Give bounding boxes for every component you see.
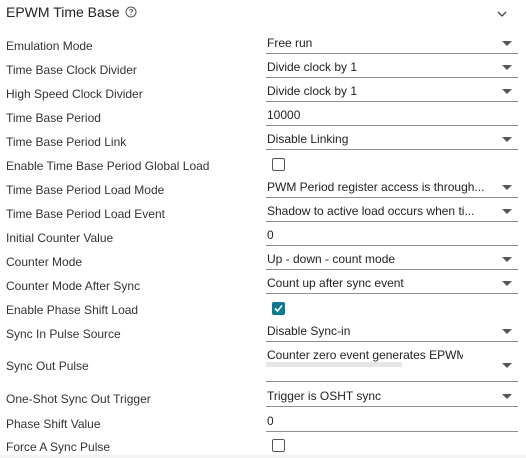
row-hs-clock-divider: High Speed Clock Divider Divide clock by… xyxy=(0,84,526,104)
dropdown-arrow-icon xyxy=(502,41,512,46)
phase-shift-value-label: Phase Shift Value xyxy=(6,417,101,431)
emulation-mode-value: Free run xyxy=(267,36,313,50)
chevron-down-icon[interactable] xyxy=(496,6,508,17)
initial-counter-label: Initial Counter Value xyxy=(6,231,114,245)
phase-shift-value-input[interactable]: 0 xyxy=(266,414,518,432)
force-sync-pulse-checkbox[interactable] xyxy=(272,439,285,452)
counter-mode-after-sync-value: Count up after sync event xyxy=(267,276,404,290)
dropdown-arrow-icon xyxy=(502,394,512,399)
row-tb-period: Time Base Period 10000 xyxy=(0,108,526,128)
sync-out-pulse-value: Counter zero event generates EPWM xyxy=(267,348,463,362)
one-shot-sync-out-label: One-Shot Sync Out Trigger xyxy=(6,392,151,406)
dropdown-arrow-icon xyxy=(502,257,512,262)
tb-clock-divider-label: Time Base Clock Divider xyxy=(6,63,137,77)
one-shot-sync-out-value: Trigger is OSHT sync xyxy=(267,389,382,403)
row-tb-period-link: Time Base Period Link Disable Linking xyxy=(0,132,526,152)
checkmark-icon xyxy=(274,304,283,313)
row-one-shot-sync-out: One-Shot Sync Out Trigger Trigger is OSH… xyxy=(0,389,526,409)
hs-clock-divider-value: Divide clock by 1 xyxy=(267,84,358,98)
hs-clock-divider-label: High Speed Clock Divider xyxy=(6,87,143,101)
sync-in-source-value: Disable Sync-in xyxy=(267,324,351,338)
tb-period-link-select[interactable]: Disable Linking xyxy=(266,132,518,150)
dropdown-arrow-icon xyxy=(502,209,512,214)
tb-period-value: 10000 xyxy=(267,108,301,122)
counter-mode-label: Counter Mode xyxy=(6,255,83,269)
row-sync-in-source: Sync In Pulse Source Disable Sync-in xyxy=(0,324,526,344)
phase-shift-load-checkbox[interactable] xyxy=(272,302,285,315)
tb-period-load-mode-label: Time Base Period Load Mode xyxy=(6,183,165,197)
hs-clock-divider-select[interactable]: Divide clock by 1 xyxy=(266,84,518,102)
tb-period-link-label: Time Base Period Link xyxy=(6,135,127,149)
sync-in-source-label: Sync In Pulse Source xyxy=(6,327,121,341)
dropdown-arrow-icon xyxy=(502,281,512,286)
tb-period-load-event-select[interactable]: Shadow to active load occurs when ti... xyxy=(266,204,518,222)
dropdown-arrow-icon xyxy=(502,89,512,94)
tb-period-global-load-label: Enable Time Base Period Global Load xyxy=(6,159,210,173)
dropdown-arrow-icon xyxy=(502,65,512,70)
tb-period-load-event-label: Time Base Period Load Event xyxy=(6,207,165,221)
initial-counter-input[interactable]: 0 xyxy=(266,228,518,246)
row-emulation-mode: Emulation Mode Free run xyxy=(0,36,526,56)
row-initial-counter: Initial Counter Value 0 xyxy=(0,228,526,248)
counter-mode-after-sync-select[interactable]: Count up after sync event xyxy=(266,276,518,294)
tb-clock-divider-select[interactable]: Divide clock by 1 xyxy=(266,60,518,78)
row-counter-mode-after-sync: Counter Mode After Sync Count up after s… xyxy=(0,276,526,296)
row-force-sync-pulse: Force A Sync Pulse xyxy=(0,438,526,456)
counter-mode-value: Up - down - count mode xyxy=(267,252,396,266)
scrollbar-track[interactable] xyxy=(266,362,402,367)
dropdown-arrow-icon xyxy=(502,363,512,368)
phase-shift-load-label: Enable Phase Shift Load xyxy=(6,303,139,317)
row-sync-out-pulse: Sync Out Pulse Counter zero event genera… xyxy=(0,346,526,384)
counter-mode-after-sync-label: Counter Mode After Sync xyxy=(6,279,141,293)
dropdown-arrow-icon xyxy=(502,329,512,334)
emulation-mode-label: Emulation Mode xyxy=(6,39,93,53)
dropdown-arrow-icon xyxy=(502,185,512,190)
tb-period-input[interactable]: 10000 xyxy=(266,108,518,126)
tb-period-load-event-value: Shadow to active load occurs when ti... xyxy=(267,204,475,218)
tb-period-load-mode-value: PWM Period register access is through... xyxy=(267,180,485,194)
panel-title: EPWM Time Base xyxy=(6,4,120,20)
help-circle-icon[interactable] xyxy=(125,5,137,18)
dropdown-arrow-icon xyxy=(502,137,512,142)
force-sync-pulse-label: Force A Sync Pulse xyxy=(6,440,111,454)
initial-counter-value: 0 xyxy=(267,228,274,242)
panel-header[interactable]: EPWM Time Base xyxy=(0,0,526,26)
counter-mode-select[interactable]: Up - down - count mode xyxy=(266,252,518,270)
row-phase-shift-value: Phase Shift Value 0 xyxy=(0,414,526,434)
emulation-mode-select[interactable]: Free run xyxy=(266,36,518,54)
tb-period-link-value: Disable Linking xyxy=(267,132,349,146)
sync-out-pulse-label: Sync Out Pulse xyxy=(6,359,89,373)
row-tb-period-global-load: Enable Time Base Period Global Load xyxy=(0,156,526,176)
phase-shift-value-value: 0 xyxy=(267,414,274,428)
row-tb-period-load-event: Time Base Period Load Event Shadow to ac… xyxy=(0,204,526,224)
row-tb-period-load-mode: Time Base Period Load Mode PWM Period re… xyxy=(0,180,526,200)
row-phase-shift-load: Enable Phase Shift Load xyxy=(0,300,526,320)
tb-clock-divider-value: Divide clock by 1 xyxy=(267,60,358,74)
tb-period-global-load-checkbox[interactable] xyxy=(272,158,285,171)
sync-in-source-select[interactable]: Disable Sync-in xyxy=(266,324,518,342)
one-shot-sync-out-select[interactable]: Trigger is OSHT sync xyxy=(266,389,518,407)
row-counter-mode: Counter Mode Up - down - count mode xyxy=(0,252,526,272)
row-tb-clock-divider: Time Base Clock Divider Divide clock by … xyxy=(0,60,526,80)
tb-period-label: Time Base Period xyxy=(6,111,101,125)
tb-period-load-mode-select[interactable]: PWM Period register access is through... xyxy=(266,180,518,198)
